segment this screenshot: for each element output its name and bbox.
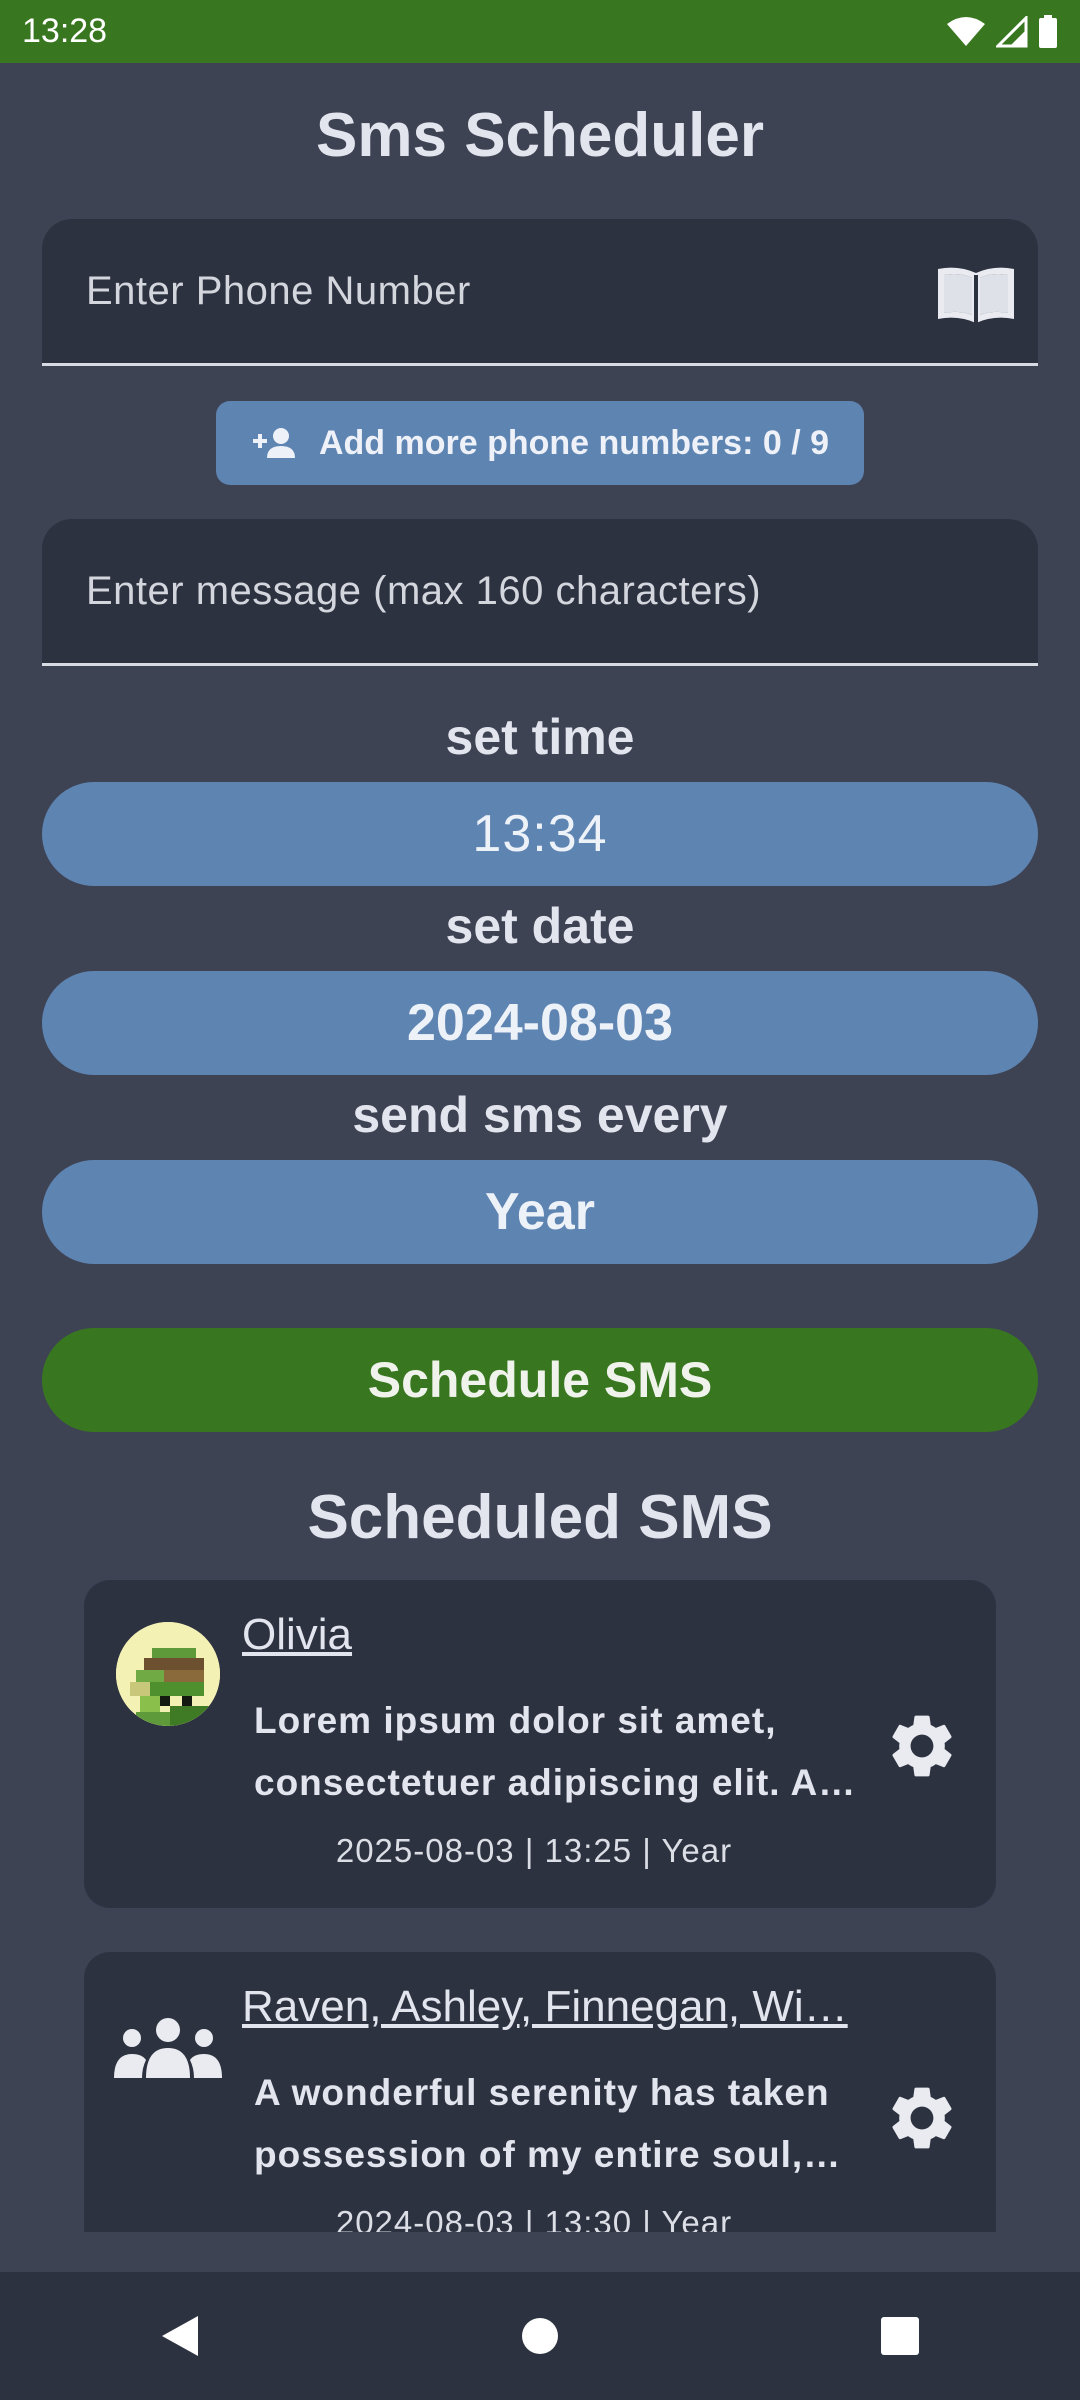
pixel-avatar-icon [116,1622,220,1726]
home-button[interactable] [510,2306,570,2366]
phone-number-field[interactable]: Enter Phone Number [42,219,1038,366]
add-person-icon [252,428,295,458]
contacts-book-icon[interactable] [936,263,1016,325]
schedule-info: 2025-08-03 | 13:25 | Year [335,1832,733,1869]
scheduled-sms-list[interactable]: Olivia Lorem ipsum dolor sit amet, conse… [0,1572,1080,2232]
scheduled-sms-card[interactable]: Olivia Lorem ipsum dolor sit amet, conse… [84,1580,996,1908]
phone-number-placeholder: Enter Phone Number [86,268,471,313]
recents-button[interactable] [870,2306,930,2366]
signal-icon [996,15,1028,47]
set-time-label: set time [445,709,635,765]
back-button[interactable] [150,2306,210,2366]
add-more-label: Add more phone numbers: 0 / 9 [318,423,830,462]
set-date-label: set date [445,898,635,954]
home-circle-icon [522,2318,558,2354]
schedule-sms-button[interactable]: Schedule SMS [42,1328,1038,1432]
gear-icon[interactable] [884,1708,960,1784]
message-field[interactable]: Enter message (max 160 characters) [42,519,1038,666]
back-triangle-icon [162,2316,198,2356]
recents-square-icon [881,2317,919,2355]
avatar [116,1622,220,1726]
group-icon [114,2018,222,2078]
app-title: Sms Scheduler [316,101,764,170]
status-icons [946,14,1058,49]
repeat-label: send sms every [352,1087,728,1143]
wifi-icon [947,16,985,46]
contact-name[interactable]: Raven, Ashley, Finnegan, Wi… [242,1982,882,2032]
message-placeholder: Enter message (max 160 characters) [86,568,762,613]
date-picker-button[interactable]: 2024-08-03 [42,971,1038,1075]
time-picker-button[interactable]: 13:34 [42,782,1038,886]
add-more-phone-numbers-button[interactable]: Add more phone numbers: 0 / 9 [216,401,864,485]
navigation-bar [0,2272,1080,2400]
scheduled-sms-title: Scheduled SMS [307,1483,773,1552]
gear-icon[interactable] [884,2080,960,2156]
schedule-info: 2024-08-03 | 13:30 | Year [335,2204,733,2232]
repeat-interval-button[interactable]: Year [42,1160,1038,1264]
contact-name[interactable]: Olivia [242,1610,882,1660]
scheduled-sms-card[interactable]: Raven, Ashley, Finnegan, Wi… A wonderful… [84,1952,996,2232]
status-bar: 13:28 [0,0,1080,63]
battery-icon [1039,14,1057,48]
status-time: 13:28 [22,12,108,50]
message-preview: A wonderful serenity has taken possessio… [254,2072,830,2175]
message-preview: Lorem ipsum dolor sit amet, consectetuer… [254,1700,857,1803]
